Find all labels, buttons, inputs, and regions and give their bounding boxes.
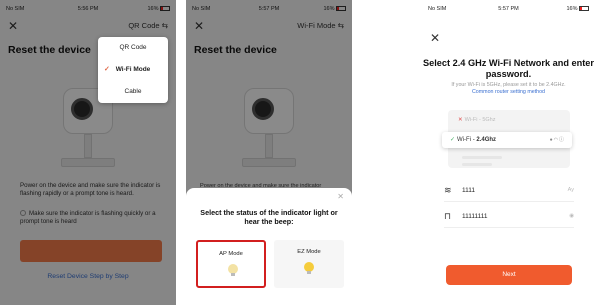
cross-icon: ✕ (458, 117, 463, 123)
wifi-icon: ≋ (444, 185, 452, 195)
ssid-field[interactable]: ≋ 1111 Ay (444, 182, 574, 202)
hint-text: If your Wi-Fi is 5GHz, please set it to … (451, 82, 566, 88)
wifi-5g-label: Wi-Fi - 5Ghz (464, 117, 496, 123)
next-button[interactable]: Next (446, 265, 572, 285)
checkmark-icon: ✓ (104, 66, 110, 73)
close-icon[interactable]: ✕ (430, 32, 440, 44)
placeholder-bar (462, 163, 492, 166)
screen-select-indicator-status: No SIM 5:57 PM 16% ✕ Wi-Fi Mode ⇆ Reset … (186, 0, 352, 305)
wifi-24g-prefix: Wi-Fi - (457, 137, 477, 143)
close-icon[interactable]: ✕ (337, 192, 344, 201)
menu-item-label: QR Code (119, 44, 147, 51)
lock-icon: ⊓ (444, 211, 452, 221)
password-field[interactable]: ⊓ 11111111 ◉ (444, 208, 574, 228)
screen-wifi-network: No SIM 5:57 PM 16% ✕ Select 2.4 GHz Wi-F… (422, 0, 595, 305)
menu-item-label: Cable (124, 88, 142, 95)
menu-item-qr-code[interactable]: QR Code (98, 37, 168, 59)
ssid-value[interactable]: 1111 (462, 187, 475, 194)
menu-item-cable[interactable]: Cable (98, 81, 168, 103)
indicator-status-sheet: ✕ Select the status of the indicator lig… (186, 188, 352, 305)
router-setting-link[interactable]: Common router setting method (472, 89, 545, 95)
status-bar: No SIM 5:57 PM 16% (422, 6, 595, 16)
menu-item-label: Wi-Fi Mode (115, 66, 151, 73)
sheet-title: Select the status of the indicator light… (200, 208, 338, 226)
ssid-switch-button[interactable]: Ay (568, 187, 574, 193)
screen-reset-device-menu: No SIM 5:56 PM 16% ✕ QR Code ⇆ Reset the… (0, 0, 176, 305)
ap-mode-option[interactable]: AP Mode (196, 240, 266, 288)
wifi-5g-row: ✕ Wi-Fi - 5Ghz (458, 117, 495, 123)
checkmark-icon: ✓ (450, 137, 456, 143)
wifi-hint: If your Wi-Fi is 5GHz, please set it to … (444, 82, 573, 96)
ez-mode-option[interactable]: EZ Mode (274, 240, 344, 288)
menu-item-wifi-mode[interactable]: ✓ Wi-Fi Mode (98, 59, 168, 81)
stage: No SIM 5:56 PM 16% ✕ QR Code ⇆ Reset the… (0, 0, 595, 305)
password-value[interactable]: 11111111 (462, 213, 488, 220)
bulb-icon (228, 264, 238, 276)
placeholder-bar (462, 156, 502, 159)
page-title: Select 2.4 GHz Wi-Fi Network and enter p… (423, 58, 594, 79)
mode-label: EZ Mode (297, 249, 321, 255)
bulb-icon (304, 262, 314, 274)
battery-indicator: 16% (566, 6, 589, 12)
battery-icon (579, 6, 589, 11)
mode-label: AP Mode (219, 251, 243, 257)
eye-icon[interactable]: ◉ (569, 213, 574, 219)
battery-label: 16% (566, 6, 578, 12)
wifi-lock-icons: ● ◠ ⓘ (549, 137, 564, 143)
wifi-24g-name: 2.4Ghz (476, 137, 497, 143)
mode-menu: QR Code ✓ Wi-Fi Mode Cable (98, 37, 168, 103)
wifi-24g-row: ✓ Wi-Fi - 2.4Ghz ● ◠ ⓘ (442, 132, 572, 148)
